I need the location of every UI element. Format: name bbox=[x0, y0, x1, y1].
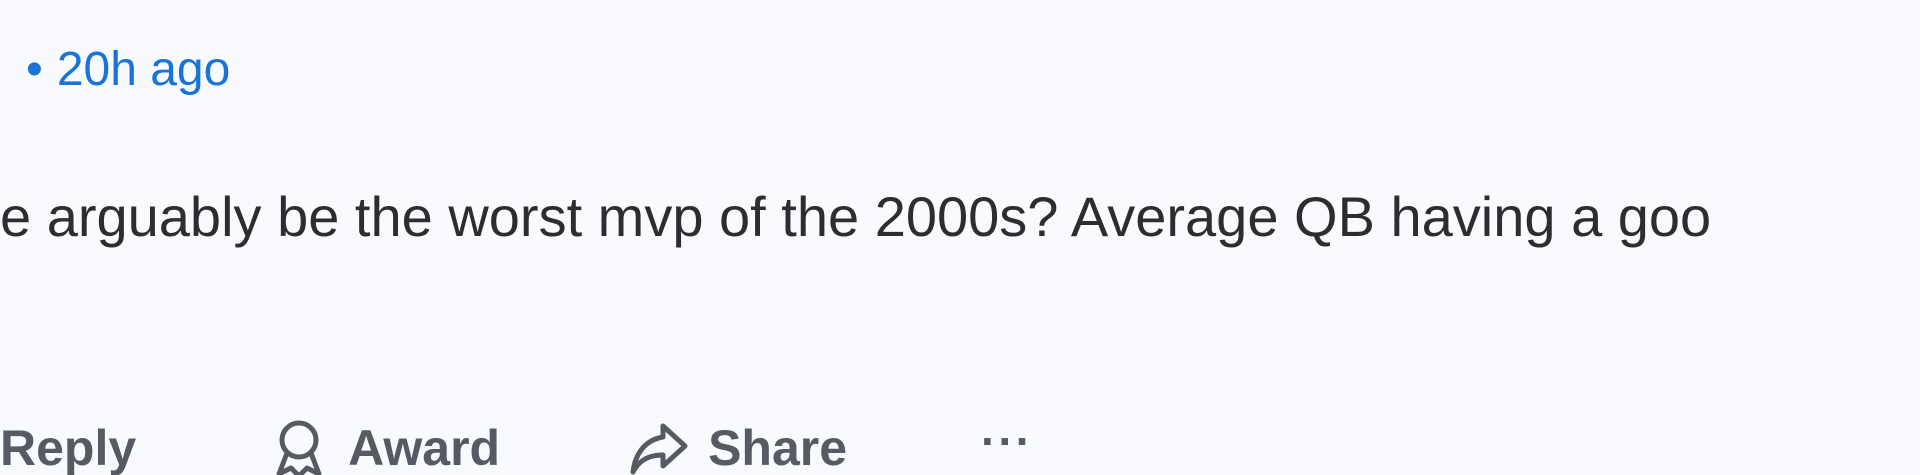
meta-separator: • bbox=[26, 43, 43, 96]
share-label: Share bbox=[708, 420, 848, 475]
award-label: Award bbox=[348, 420, 501, 475]
reply-button[interactable]: Reply bbox=[0, 419, 136, 475]
comment-action-bar: Reply Award Share ··· bbox=[0, 408, 1920, 475]
comment-timestamp[interactable]: 20h ago bbox=[57, 43, 231, 96]
share-icon bbox=[624, 413, 694, 475]
comment-container: • 20h ago e arguably be the worst mvp of … bbox=[0, 0, 1920, 475]
comment-body: e arguably be the worst mvp of the 2000s… bbox=[0, 185, 1712, 248]
more-options-icon: ··· bbox=[981, 415, 1034, 467]
reply-label: Reply bbox=[0, 420, 137, 475]
comment-meta: • 20h ago bbox=[26, 40, 230, 100]
more-options-button[interactable]: ··· bbox=[981, 414, 1033, 468]
award-button[interactable]: Award bbox=[264, 413, 500, 475]
share-button[interactable]: Share bbox=[624, 413, 847, 475]
award-icon bbox=[264, 413, 334, 475]
